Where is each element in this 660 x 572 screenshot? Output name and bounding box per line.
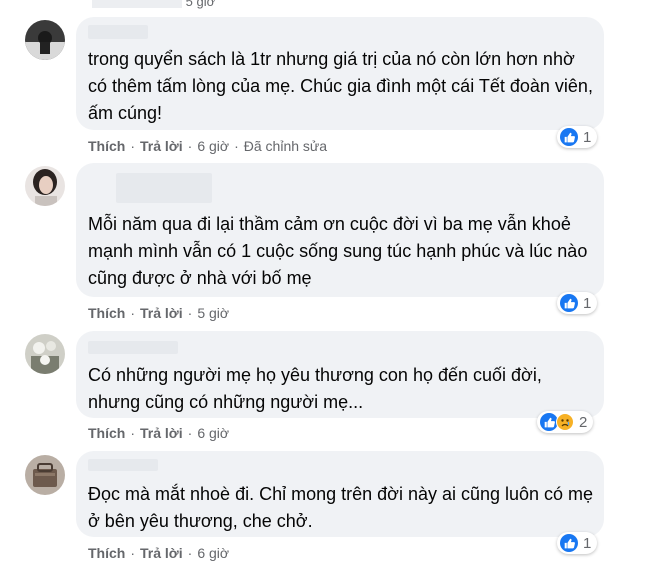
like-icon [560, 534, 578, 552]
separator: · [130, 425, 136, 441]
reaction-summary[interactable]: 1 [557, 126, 598, 148]
comment-time[interactable]: 6 giờ [197, 545, 229, 561]
reaction-count: 1 [583, 128, 592, 146]
avatar[interactable] [25, 455, 65, 495]
previous-comment-time: 5 giờ [185, 0, 216, 9]
comment-bubble: Mỗi năm qua đi lại thầm cảm ơn cuộc đời … [76, 163, 604, 297]
separator: · [130, 138, 136, 154]
comment-actions: Thích · Trả lời · 5 giờ [88, 305, 229, 321]
reaction-count: 1 [583, 534, 592, 552]
blurred-name [88, 25, 148, 39]
blurred-name [88, 459, 158, 471]
avatar[interactable] [25, 166, 65, 206]
reaction-summary[interactable]: 2 [537, 411, 594, 433]
like-link[interactable]: Thích [88, 138, 125, 154]
comment-text: Mỗi năm qua đi lại thầm cảm ơn cuộc đời … [88, 214, 588, 288]
comment-text: Có những người mẹ họ yêu thương con họ đ… [88, 365, 542, 412]
like-link[interactable]: Thích [88, 545, 125, 561]
comment-time[interactable]: 6 giờ [197, 425, 229, 441]
reply-link[interactable]: Trả lời [140, 305, 183, 321]
comment-bubble: trong quyển sách là 1tr nhưng giá trị củ… [76, 17, 604, 130]
separator: · [187, 305, 193, 321]
reaction-summary[interactable]: 1 [557, 532, 598, 554]
blurred-name [116, 173, 212, 203]
separator: · [187, 138, 193, 154]
like-link[interactable]: Thích [88, 305, 125, 321]
reply-link[interactable]: Trả lời [140, 138, 183, 154]
comment-bubble: Đọc mà mắt nhoè đi. Chỉ mong trên đời nà… [76, 451, 604, 537]
like-link[interactable]: Thích [88, 425, 125, 441]
separator: · [187, 425, 193, 441]
edited-label[interactable]: Đã chỉnh sửa [244, 138, 327, 154]
comment-actions: Thích · Trả lời · 6 giờ [88, 545, 229, 561]
sad-icon [556, 413, 574, 431]
reply-link[interactable]: Trả lời [140, 545, 183, 561]
reaction-summary[interactable]: 1 [557, 292, 598, 314]
blurred-name [92, 0, 182, 8]
comment-time[interactable]: 5 giờ [197, 305, 229, 321]
reaction-count: 1 [583, 294, 592, 312]
separator: · [130, 305, 136, 321]
reply-link[interactable]: Trả lời [140, 425, 183, 441]
separator: · [130, 545, 136, 561]
comment-bubble: Có những người mẹ họ yêu thương con họ đ… [76, 331, 604, 418]
comment-actions: Thích · Trả lời · 6 giờ · Đã chỉnh sửa [88, 138, 327, 154]
separator: · [234, 138, 239, 154]
comment-time[interactable]: 6 giờ [197, 138, 229, 154]
comment-text: trong quyển sách là 1tr nhưng giá trị củ… [88, 49, 593, 123]
avatar[interactable] [25, 20, 65, 60]
separator: · [187, 545, 193, 561]
avatar[interactable] [25, 334, 65, 374]
like-icon [560, 128, 578, 146]
comment-actions: Thích · Trả lời · 6 giờ [88, 425, 229, 441]
blurred-name [88, 341, 178, 354]
reaction-count: 2 [579, 413, 588, 431]
previous-comment-meta: 5 giờ [92, 0, 216, 9]
comment-text: Đọc mà mắt nhoè đi. Chỉ mong trên đời nà… [88, 484, 594, 531]
like-icon [560, 294, 578, 312]
